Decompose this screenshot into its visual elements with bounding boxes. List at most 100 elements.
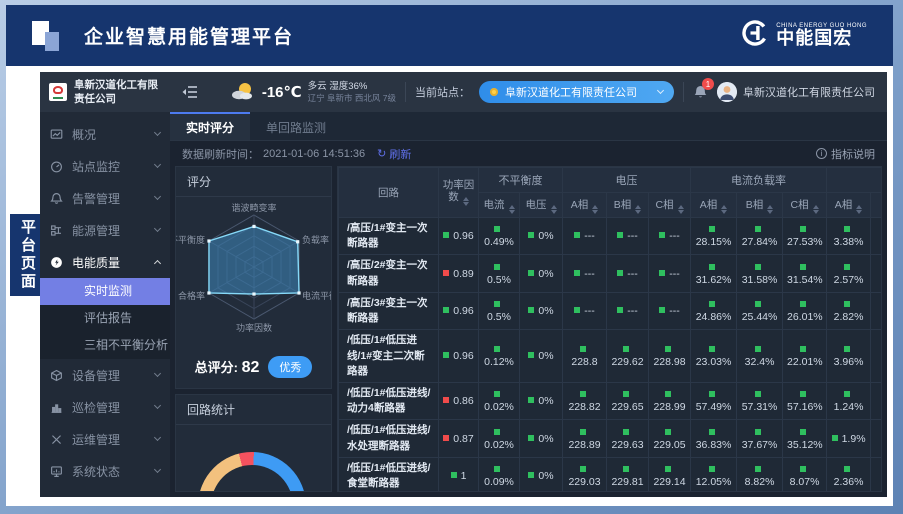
chevron-down-icon <box>657 87 664 94</box>
chevron-down-icon <box>154 402 161 409</box>
sidebar-item-inspect[interactable]: 巡检管理 <box>40 391 170 423</box>
location-pin-icon <box>490 88 498 96</box>
value-cell: 26.01% <box>783 292 827 329</box>
score-grade-badge: 优秀 <box>268 356 312 378</box>
status-square-icon <box>494 301 500 307</box>
table-row[interactable]: /低压/1#低压进线/水处理断路器0.870.02%0%228.89229.63… <box>339 420 883 457</box>
status-square-icon <box>755 226 761 232</box>
chevron-down-icon <box>154 225 161 232</box>
refresh-icon: ↻ <box>377 147 386 160</box>
sidebar-item-ops[interactable]: 运维管理 <box>40 423 170 455</box>
topbar: -16℃ 多云 湿度36% 辽宁 阜新市 西北风 7级 当前站点： 阜新汉道化工… <box>170 72 887 112</box>
status-square-icon <box>494 391 500 397</box>
value-cell: 27.84% <box>737 218 783 255</box>
sort-icon[interactable] <box>551 205 557 214</box>
status-square-icon <box>528 270 534 276</box>
table-row[interactable]: /高压/3#变主一次断路器0.960.5%0%---------24.86%25… <box>339 292 883 329</box>
value-cell: 37.67% <box>737 420 783 457</box>
value-cell: 229.03 <box>563 457 607 492</box>
sort-icon[interactable] <box>813 205 819 214</box>
station-select[interactable]: 阜新汉道化工有限责任公司 <box>479 81 674 103</box>
score-radar-chart: 谐波畸变率负载率电流平衡功率因数合格率不平衡度 <box>176 197 331 345</box>
value-cell: 229.05 <box>649 420 691 457</box>
value-cell: 229.14 <box>649 457 691 492</box>
sort-icon[interactable] <box>509 205 515 214</box>
status-square-icon <box>844 391 850 397</box>
status-square-icon <box>528 435 534 441</box>
sort-icon[interactable] <box>592 205 598 214</box>
value-cell: 1.9% <box>827 420 871 457</box>
sidebar-item-quality[interactable]: 电能质量 <box>40 246 170 278</box>
sort-icon[interactable] <box>721 205 727 214</box>
table-row[interactable]: /低压/1#低压进线/食堂断路器10.09%0%229.03229.81229.… <box>339 457 883 492</box>
chevron-up-icon <box>154 260 161 267</box>
sort-icon[interactable] <box>678 205 684 214</box>
value-cell: 8.07% <box>783 457 827 492</box>
refresh-button[interactable]: ↻ 刷新 <box>377 146 411 162</box>
sidebar-submenu: 实时监测评估报告三相不平衡分析 <box>40 278 170 359</box>
monitor-icon <box>50 160 63 173</box>
status-square-icon <box>494 226 500 232</box>
value-cell: 0% <box>520 255 563 292</box>
status-square-icon <box>574 232 580 238</box>
sidebar-company-header: 阜新汉道化工有限责任公司 <box>40 72 170 112</box>
sidebar-item-label: 能源管理 <box>72 222 146 239</box>
status-square-icon <box>528 472 534 478</box>
status-square-icon <box>709 301 715 307</box>
alarm-icon <box>50 192 63 205</box>
status-square-icon <box>844 466 850 472</box>
status-square-icon <box>755 264 761 270</box>
avatar[interactable] <box>717 82 737 102</box>
table-row[interactable]: /高压/2#变主一次断路器0.890.5%0%---------31.62%31… <box>339 255 883 292</box>
sidebar-item-label: 设备管理 <box>72 367 146 384</box>
tab-active[interactable]: 实时评分 <box>170 112 250 140</box>
sort-icon[interactable] <box>635 205 641 214</box>
sidebar-item-overview[interactable]: 概况 <box>40 118 170 150</box>
table-row[interactable]: /低压/1#低压进线/动力4断路器0.860.02%0%228.82229.65… <box>339 382 883 419</box>
value-cell: 57.16% <box>783 382 827 419</box>
status-square-icon <box>844 346 850 352</box>
value-cell: 0.89 <box>439 255 479 292</box>
value-cell: 31.58% <box>737 255 783 292</box>
sidebar-item-monitor[interactable]: 站点监控 <box>40 150 170 182</box>
status-square-icon <box>617 270 623 276</box>
loop-name-cell: /低压/1#低压进线/食堂断路器 <box>339 457 439 492</box>
indicator-help-link[interactable]: 指标说明 <box>816 146 875 162</box>
quality-table: 回路功率因数不平衡度电压电流负载率电流电压A相B相C相A相B相C相A相B相C相 … <box>338 167 882 492</box>
ops-icon <box>50 433 63 446</box>
weather-temperature: -16℃ <box>262 83 302 101</box>
status-square-icon <box>623 391 629 397</box>
value-cell: 32.4% <box>737 330 783 383</box>
sort-icon[interactable] <box>463 197 469 206</box>
sidebar-subitem[interactable]: 三相不平衡分析 <box>40 332 170 359</box>
tab-inactive[interactable]: 单回路监测 <box>250 112 342 140</box>
value-cell: 28.15% <box>691 218 737 255</box>
sidebar-item-system[interactable]: 系统状态 <box>40 455 170 487</box>
status-square-icon <box>617 232 623 238</box>
loop-panel-title: 回路统计 <box>176 395 331 425</box>
sort-icon[interactable] <box>767 205 773 214</box>
sort-icon[interactable] <box>856 205 862 214</box>
quality-table-wrap: 回路功率因数不平衡度电压电流负载率电流电压A相B相C相A相B相C相A相B相C相 … <box>337 166 882 492</box>
sidebar-item-device[interactable]: 设备管理 <box>40 359 170 391</box>
table-row[interactable]: /高压/1#变主一次断路器0.960.49%0%---------28.15%2… <box>339 218 883 255</box>
sidebar-item-energy[interactable]: 能源管理 <box>40 214 170 246</box>
user-name: 阜新汉道化工有限责任公司 <box>743 84 875 100</box>
sidebar-item-label: 电能质量 <box>72 254 146 271</box>
sidebar-item-alarm[interactable]: 告警管理 <box>40 182 170 214</box>
status-square-icon <box>443 435 449 441</box>
status-square-icon <box>528 307 534 313</box>
sidebar-subitem[interactable]: 实时监测 <box>40 278 170 305</box>
value-cell: --- <box>563 292 607 329</box>
score-panel-title: 评分 <box>176 167 331 197</box>
sidebar-subitem[interactable]: 评估报告 <box>40 305 170 332</box>
notifications-button[interactable]: 1 <box>693 84 708 100</box>
value-cell: 0.87 <box>439 420 479 457</box>
value-cell: --- <box>607 292 649 329</box>
status-square-icon <box>755 346 761 352</box>
sidebar-item-label: 系统状态 <box>72 463 146 480</box>
status-square-icon <box>800 391 806 397</box>
value-cell: 31.54% <box>783 255 827 292</box>
table-row[interactable]: /低压/1#低压进线/1#变主二次断路器0.960.12%0%228.8229.… <box>339 330 883 383</box>
collapse-sidebar-icon[interactable] <box>182 85 198 99</box>
